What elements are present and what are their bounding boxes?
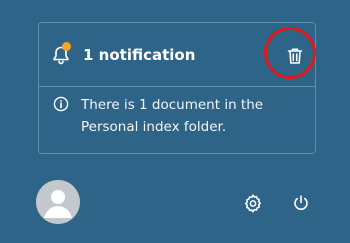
unread-badge bbox=[62, 42, 71, 51]
notification-panel-page: 1 notification There is 1 document in th… bbox=[0, 0, 350, 243]
gear-icon bbox=[245, 194, 261, 213]
notification-header: 1 notification bbox=[39, 23, 316, 87]
user-avatar-icon bbox=[36, 180, 80, 224]
notification-card: 1 notification There is 1 document in th… bbox=[38, 22, 316, 154]
notification-message: There is 1 document in the Personal inde… bbox=[81, 97, 264, 135]
notification-count-title: 1 notification bbox=[83, 46, 196, 64]
trash-icon bbox=[287, 48, 303, 64]
logout-button[interactable] bbox=[292, 194, 310, 212]
user-avatar[interactable] bbox=[36, 180, 80, 224]
info-icon bbox=[53, 96, 69, 112]
settings-button[interactable] bbox=[243, 193, 263, 213]
delete-notification-button[interactable] bbox=[285, 46, 305, 66]
power-icon bbox=[294, 195, 308, 210]
